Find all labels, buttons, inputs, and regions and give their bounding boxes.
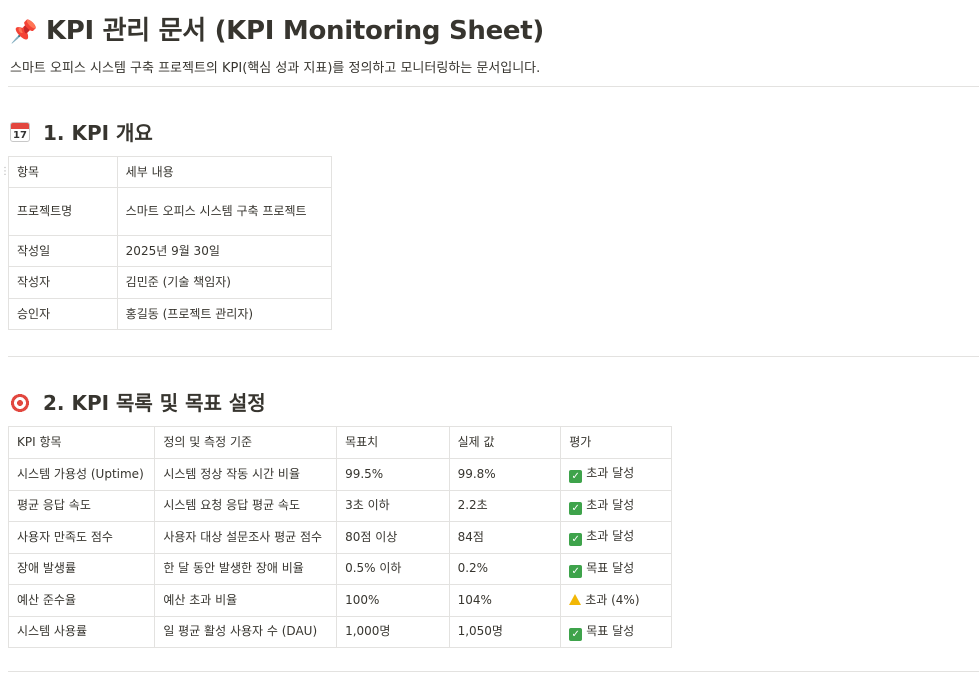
table-cell[interactable]: 승인자 bbox=[8, 298, 118, 330]
table-row: 작성일 2025년 9월 30일 bbox=[8, 235, 333, 267]
table-cell[interactable]: 사용자 대상 설문조사 평균 점수 bbox=[154, 521, 338, 554]
table-cell[interactable]: 1,000명 bbox=[336, 615, 450, 648]
status-text: 목표 달성 bbox=[586, 623, 635, 638]
pushpin-icon: 📌 bbox=[10, 20, 38, 45]
table-cell[interactable]: 사용자 만족도 점수 bbox=[7, 521, 156, 554]
table-cell[interactable]: 2025년 9월 30일 bbox=[116, 235, 333, 267]
table-cell[interactable]: 104% bbox=[448, 584, 562, 617]
table-cell[interactable]: 장애 발생률 bbox=[7, 552, 156, 585]
check-icon: ✓ bbox=[569, 470, 583, 484]
table-cell[interactable]: 100% bbox=[336, 584, 450, 617]
warning-icon bbox=[569, 593, 582, 605]
table-cell[interactable]: 홍길동 (프로젝트 관리자) bbox=[116, 298, 333, 330]
table-cell[interactable]: 예산 초과 비율 bbox=[154, 584, 338, 617]
status-text: 초과 달성 bbox=[586, 466, 635, 481]
table-cell[interactable]: 세부 내용 bbox=[116, 156, 333, 188]
section-heading-overview: 17 1. KPI 개요 bbox=[10, 117, 153, 146]
table-header-cell[interactable]: 평가 bbox=[560, 426, 672, 459]
table-cell[interactable]: 스마트 오피스 시스템 구축 프로젝트 bbox=[116, 187, 333, 236]
table-cell[interactable]: 한 달 동안 발생한 장애 비율 bbox=[154, 552, 338, 585]
table-header-cell[interactable]: 정의 및 측정 기준 bbox=[154, 426, 338, 459]
status-cell[interactable]: ✓ 목표 달성 bbox=[560, 552, 672, 585]
table-row: 예산 준수율 예산 초과 비율 100% 104% 초과 (4%) bbox=[7, 584, 672, 617]
table-cell[interactable]: 3초 이하 bbox=[336, 489, 450, 522]
calendar-icon: 17 bbox=[10, 122, 30, 142]
divider bbox=[8, 356, 979, 357]
table-cell[interactable]: 프로젝트명 bbox=[8, 187, 118, 236]
table-row: 프로젝트명 스마트 오피스 시스템 구축 프로젝트 bbox=[8, 187, 333, 236]
table-cell[interactable]: 84점 bbox=[448, 521, 562, 554]
kpi-table: KPI 항목 정의 및 측정 기준 목표치 실제 값 평가 시스템 가용성 (Uptime… bbox=[7, 426, 672, 648]
table-cell[interactable]: 시스템 가용성 (Uptime) bbox=[7, 458, 156, 491]
table-cell[interactable]: 99.8% bbox=[448, 458, 562, 491]
table-cell[interactable]: 평균 응답 속도 bbox=[7, 489, 156, 522]
table-cell[interactable]: 김민준 (기술 책임자) bbox=[116, 266, 333, 299]
status-cell[interactable]: ✓ 목표 달성 bbox=[560, 615, 672, 648]
status-cell[interactable]: 초과 (4%) bbox=[560, 584, 672, 617]
table-header-cell[interactable]: 실제 값 bbox=[448, 426, 562, 459]
table-header-cell[interactable]: 목표치 bbox=[336, 426, 450, 459]
target-icon bbox=[10, 393, 30, 413]
overview-table: 항목 세부 내용 프로젝트명 스마트 오피스 시스템 구축 프로젝트 작성일 2025년 … bbox=[8, 156, 333, 330]
page-description[interactable]: 스마트 오피스 시스템 구축 프로젝트의 KPI(핵심 성과 지표)를 정의하고… bbox=[10, 57, 540, 76]
table-row: 승인자 홍길동 (프로젝트 관리자) bbox=[8, 298, 333, 330]
table-cell[interactable]: 시스템 요청 응답 평균 속도 bbox=[154, 489, 338, 522]
check-icon: ✓ bbox=[569, 627, 583, 641]
table-cell[interactable]: 시스템 정상 작동 시간 비율 bbox=[154, 458, 338, 491]
status-cell[interactable]: ✓ 초과 달성 bbox=[560, 458, 672, 491]
table-cell[interactable]: 2.2초 bbox=[448, 489, 562, 522]
status-text: 초과 (4%) bbox=[585, 592, 640, 607]
table-cell[interactable]: 예산 준수율 bbox=[7, 584, 156, 617]
table-row: 시스템 사용률 일 평균 활성 사용자 수 (DAU) 1,000명 1,050명 ✓ 목… bbox=[7, 615, 672, 648]
table-header-row: KPI 항목 정의 및 측정 기준 목표치 실제 값 평가 bbox=[7, 426, 672, 459]
status-cell[interactable]: ✓ 초과 달성 bbox=[560, 521, 672, 554]
page-title-text[interactable]: KPI 관리 문서 (KPI Monitoring Sheet) bbox=[46, 16, 544, 46]
table-row: 사용자 만족도 점수 사용자 대상 설문조사 평균 점수 80점 이상 84점 ✓ 초과 … bbox=[7, 521, 672, 554]
check-icon: ✓ bbox=[569, 501, 583, 515]
status-text: 초과 달성 bbox=[586, 529, 635, 544]
status-text: 초과 달성 bbox=[586, 497, 635, 512]
table-cell[interactable]: 0.2% bbox=[448, 552, 562, 585]
section-heading-text[interactable]: 2. KPI 목록 및 목표 설정 bbox=[43, 391, 266, 415]
table-cell[interactable]: 작성일 bbox=[8, 235, 118, 267]
section-heading-text[interactable]: 1. KPI 개요 bbox=[43, 121, 153, 145]
divider bbox=[8, 86, 979, 87]
table-cell[interactable]: 작성자 bbox=[8, 266, 118, 299]
status-text: 목표 달성 bbox=[586, 560, 635, 575]
check-icon: ✓ bbox=[569, 533, 583, 547]
divider bbox=[8, 671, 979, 672]
table-cell[interactable]: 시스템 사용률 bbox=[7, 615, 156, 648]
table-cell[interactable]: 0.5% 이하 bbox=[336, 552, 450, 585]
table-header-row: 항목 세부 내용 bbox=[8, 156, 333, 188]
table-header-cell[interactable]: KPI 항목 bbox=[7, 426, 156, 459]
table-row: 작성자 김민준 (기술 책임자) bbox=[8, 266, 333, 299]
page-title: 📌 KPI 관리 문서 (KPI Monitoring Sheet) bbox=[10, 10, 544, 47]
document-page: 📌 KPI 관리 문서 (KPI Monitoring Sheet) 스마트 오… bbox=[0, 0, 979, 682]
table-row: 시스템 가용성 (Uptime) 시스템 정상 작동 시간 비율 99.5% 99.8… bbox=[7, 458, 672, 491]
table-row: 평균 응답 속도 시스템 요청 응답 평균 속도 3초 이하 2.2초 ✓ 초과 달성 bbox=[7, 489, 672, 522]
table-row: 장애 발생률 한 달 동안 발생한 장애 비율 0.5% 이하 0.2% ✓ 목표 달성 bbox=[7, 552, 672, 585]
table-cell[interactable]: 99.5% bbox=[336, 458, 450, 491]
table-cell[interactable]: 1,050명 bbox=[448, 615, 562, 648]
status-cell[interactable]: ✓ 초과 달성 bbox=[560, 489, 672, 522]
section-heading-kpi-list: 2. KPI 목록 및 목표 설정 bbox=[10, 387, 266, 416]
table-cell[interactable]: 일 평균 활성 사용자 수 (DAU) bbox=[154, 615, 338, 648]
table-cell[interactable]: 항목 bbox=[8, 156, 118, 188]
check-icon: ✓ bbox=[569, 564, 583, 578]
table-cell[interactable]: 80점 이상 bbox=[336, 521, 450, 554]
